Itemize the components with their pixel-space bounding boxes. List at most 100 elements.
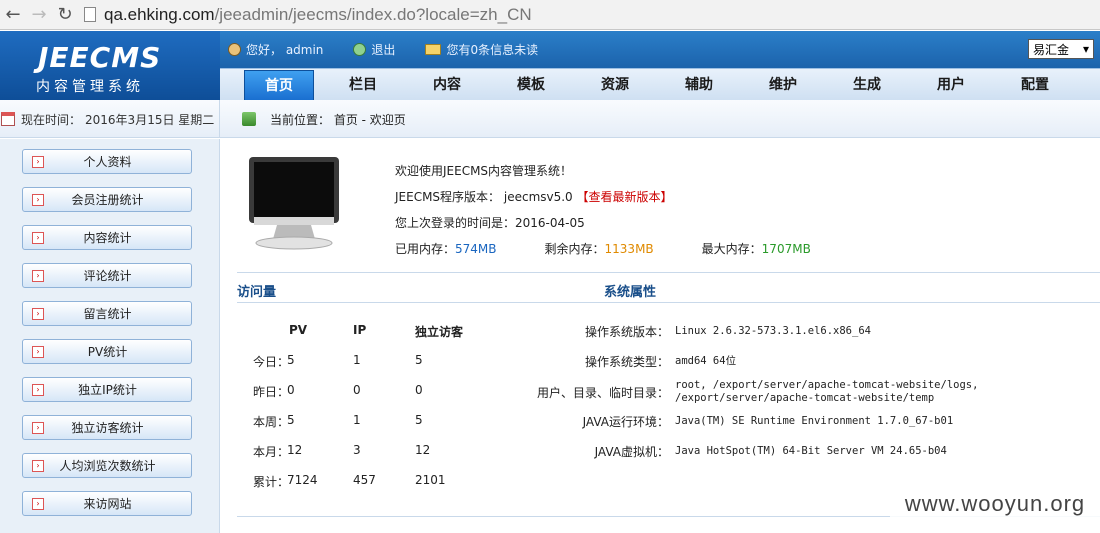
app-header: JEECMS 内容管理系统 您好， admin 退出 您有0条信息未读 易汇金 ▾… xyxy=(0,31,1100,100)
logo-title: JEECMS xyxy=(38,41,162,74)
memory-row: 已用内存：574MB 剩余内存：1133MB 最大内存：1707MB xyxy=(395,236,859,262)
ip-value: 1 xyxy=(353,353,361,367)
sidebar-item-label: 独立访客统计 xyxy=(71,421,144,435)
sidebar-item[interactable]: › 来访网站 xyxy=(22,491,192,516)
logo: JEECMS 内容管理系统 xyxy=(0,31,220,100)
sidebar-item-label: 人均浏览次数统计 xyxy=(59,459,156,473)
breadcrumb-text: 当前位置： 首页 - 欢迎页 xyxy=(270,112,406,127)
sidebar-item[interactable]: › PV统计 xyxy=(22,339,192,364)
system-row-label: 用户、目录、临时目录： xyxy=(536,386,669,400)
main-content: 欢迎使用JEECMS内容管理系统！ JEECMS程序版本： jeecmsv5.0… xyxy=(221,139,1100,533)
forward-icon[interactable]: → xyxy=(26,2,52,28)
system-row-value: Java(TM) SE Runtime Environment 1.7.0_67… xyxy=(675,415,954,427)
messages-link[interactable]: 您有0条信息未读 xyxy=(446,41,538,58)
back-icon[interactable]: ← xyxy=(0,2,26,28)
user-bar: 您好， admin 退出 您有0条信息未读 xyxy=(228,41,568,58)
time-value: 2016年3月15日 星期二 xyxy=(85,112,215,127)
row-label: 累计： xyxy=(253,475,290,489)
uv-value: 2101 xyxy=(415,473,446,487)
reload-icon[interactable]: ↻ xyxy=(52,2,78,28)
sidebar-item[interactable]: › 内容统计 xyxy=(22,225,192,250)
check-version-link[interactable]: 【查看最新版本】 xyxy=(577,190,673,204)
main-nav: 首页 栏目 内容 模板 资源 辅助 维护 生成 用户 配置 xyxy=(220,68,1100,100)
version-label: JEECMS程序版本： jeecmsv5.0 xyxy=(395,190,577,204)
sidebar-item[interactable]: › 评论统计 xyxy=(22,263,192,288)
nav-tab[interactable]: 模板 xyxy=(496,70,566,100)
breadcrumb: 当前位置： 首页 - 欢迎页 xyxy=(242,100,406,138)
logo-subtitle: 内容管理系统 xyxy=(36,79,144,95)
sidebar-item[interactable]: › 个人资料 xyxy=(22,149,192,174)
sidebar-item[interactable]: › 独立访客统计 xyxy=(22,415,192,440)
row-label: 本月： xyxy=(253,445,290,459)
system-row-value: Java HotSpot(TM) 64-Bit Server VM 24.65-… xyxy=(675,445,947,457)
uv-value: 12 xyxy=(415,443,431,457)
greeting-text: 您好， admin xyxy=(246,43,324,57)
system-title: 系统属性 xyxy=(604,285,657,300)
free-memory-label: 剩余内存： xyxy=(544,242,605,256)
nav-tab[interactable]: 维护 xyxy=(748,70,818,100)
free-memory-value: 1133MB xyxy=(604,242,654,256)
nav-tab[interactable]: 生成 xyxy=(832,70,902,100)
arrow-right-icon: › xyxy=(32,497,44,510)
browser-toolbar: ← → ↻ qa.ehking.com/jeeadmin/jeecms/inde… xyxy=(0,0,1100,30)
location-icon xyxy=(242,112,256,126)
sidebar-item-label: 评论统计 xyxy=(83,269,132,283)
sidebar-item-label: 个人资料 xyxy=(83,155,132,169)
monitor-icon xyxy=(249,157,339,250)
uv-value: 0 xyxy=(415,383,423,397)
sidebar-item-label: 独立IP统计 xyxy=(78,383,137,397)
used-memory-label: 已用内存： xyxy=(395,242,456,256)
arrow-right-icon: › xyxy=(32,383,44,396)
visits-column-header: PV xyxy=(289,323,308,337)
arrow-right-icon: › xyxy=(32,155,44,168)
arrow-right-icon: › xyxy=(32,307,44,320)
arrow-right-icon: › xyxy=(32,269,44,282)
pv-value: 7124 xyxy=(287,473,318,487)
mail-icon[interactable] xyxy=(425,44,442,55)
sidebar-item-label: 来访网站 xyxy=(83,497,132,511)
sub-bar: 现在时间： 2016年3月15日 星期二 当前位置： 首页 - 欢迎页 xyxy=(0,100,1100,138)
site-select[interactable]: 易汇金 ▾ xyxy=(1028,39,1094,59)
pv-value: 12 xyxy=(287,443,303,457)
row-label: 本周： xyxy=(253,415,290,429)
uv-value: 5 xyxy=(415,353,423,367)
sidebar-item-label: 会员注册统计 xyxy=(71,193,144,207)
nav-tab[interactable]: 首页 xyxy=(244,70,314,100)
sidebar-item-label: 留言统计 xyxy=(83,307,132,321)
ip-value: 3 xyxy=(353,443,361,457)
ip-value: 1 xyxy=(353,413,361,427)
visits-column-header: IP xyxy=(353,323,367,337)
sidebar-item[interactable]: › 人均浏览次数统计 xyxy=(22,453,192,478)
system-row-label: JAVA虚拟机： xyxy=(594,445,669,459)
nav-tab[interactable]: 内容 xyxy=(412,70,482,100)
sidebar-item[interactable]: › 独立IP统计 xyxy=(22,377,192,402)
nav-tab[interactable]: 资源 xyxy=(580,70,650,100)
address-bar[interactable]: qa.ehking.com/jeeadmin/jeecms/index.do?l… xyxy=(84,3,1100,27)
sidebar: › 个人资料 › 会员注册统计 › 内容统计 › 评论统计 › 留言统计 › PV统计 › 独立IP统计 ›… xyxy=(0,139,220,533)
nav-tab[interactable]: 用户 xyxy=(916,70,986,100)
used-memory-value: 574MB xyxy=(455,242,497,256)
url-host: qa.ehking.com xyxy=(104,4,215,24)
nav-tab[interactable]: 栏目 xyxy=(328,70,398,100)
sidebar-item-label: 内容统计 xyxy=(83,231,132,245)
welcome-text: 欢迎使用JEECMS内容管理系统！ xyxy=(395,164,573,178)
pv-value: 5 xyxy=(287,353,295,367)
dropdown-arrow-icon: ▾ xyxy=(1082,42,1089,56)
nav-tab[interactable]: 辅助 xyxy=(664,70,734,100)
watermark: www.wooyun.org xyxy=(890,487,1100,521)
logout-icon[interactable] xyxy=(353,43,367,56)
logout-link[interactable]: 退出 xyxy=(371,41,395,58)
url-text[interactable]: qa.ehking.com/jeeadmin/jeecms/index.do?l… xyxy=(104,5,532,25)
sidebar-item[interactable]: › 留言统计 xyxy=(22,301,192,326)
arrow-right-icon: › xyxy=(32,193,44,206)
sidebar-item[interactable]: › 会员注册统计 xyxy=(22,187,192,212)
last-login-text: 您上次登录的时间是：2016-04-05 xyxy=(395,216,585,230)
current-time: 现在时间： 2016年3月15日 星期二 xyxy=(0,100,220,138)
visits-title: 访问量 xyxy=(237,285,277,300)
system-row-value: amd64 64位 xyxy=(675,355,737,367)
arrow-right-icon: › xyxy=(32,421,44,434)
system-row-label: 操作系统版本： xyxy=(584,325,669,339)
system-row-value: Linux 2.6.32-573.3.1.el6.x86_64 xyxy=(675,325,871,337)
max-memory-value: 1707MB xyxy=(761,242,811,256)
nav-tab[interactable]: 配置 xyxy=(1000,70,1070,100)
